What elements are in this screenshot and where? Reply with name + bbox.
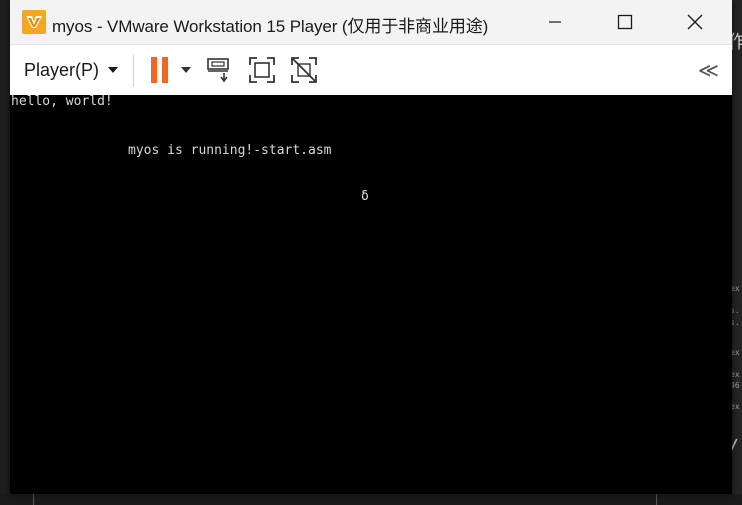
maximize-icon [617, 14, 633, 30]
pause-icon [151, 57, 168, 83]
title-bar[interactable]: myos - VMware Workstation 15 Player (仅用于… [10, 0, 732, 44]
toolbar: Player(P) ≪ [10, 44, 732, 96]
console-line: myos is running!-start.asm [128, 143, 332, 158]
background-bottom-strip [0, 494, 742, 505]
console-line: hello, world! [11, 95, 113, 109]
console-line: δ [361, 189, 369, 204]
unity-icon [291, 57, 317, 83]
vmware-player-window: myos - VMware Workstation 15 Player (仅用于… [10, 0, 732, 494]
send-ctrl-alt-del-button[interactable] [206, 55, 234, 85]
close-icon [687, 14, 703, 30]
send-keys-icon [207, 58, 229, 83]
player-menu-label: Player(P) [24, 59, 100, 80]
full-screen-button[interactable] [248, 55, 276, 85]
collapse-toolbar-button[interactable]: ≪ [694, 55, 720, 85]
pause-button[interactable] [148, 55, 172, 85]
window-title: myos - VMware Workstation 15 Player (仅用于… [52, 17, 489, 36]
minimize-button[interactable] [532, 0, 578, 44]
chevron-down-icon [181, 67, 191, 73]
maximize-button[interactable] [602, 0, 648, 44]
player-menu-button[interactable]: Player(P) [18, 55, 125, 85]
double-chevron-left-icon: ≪ [698, 59, 719, 82]
unity-mode-button[interactable] [290, 55, 318, 85]
minimize-icon [549, 21, 561, 23]
vm-console-screen[interactable]: hello, world! myos is running!-start.asm… [10, 95, 732, 494]
power-options-dropdown[interactable] [178, 55, 194, 85]
toolbar-separator [133, 55, 134, 87]
fullscreen-icon [249, 57, 275, 83]
vmware-app-icon [22, 10, 46, 34]
chevron-down-icon [108, 67, 119, 73]
close-button[interactable] [672, 0, 718, 44]
